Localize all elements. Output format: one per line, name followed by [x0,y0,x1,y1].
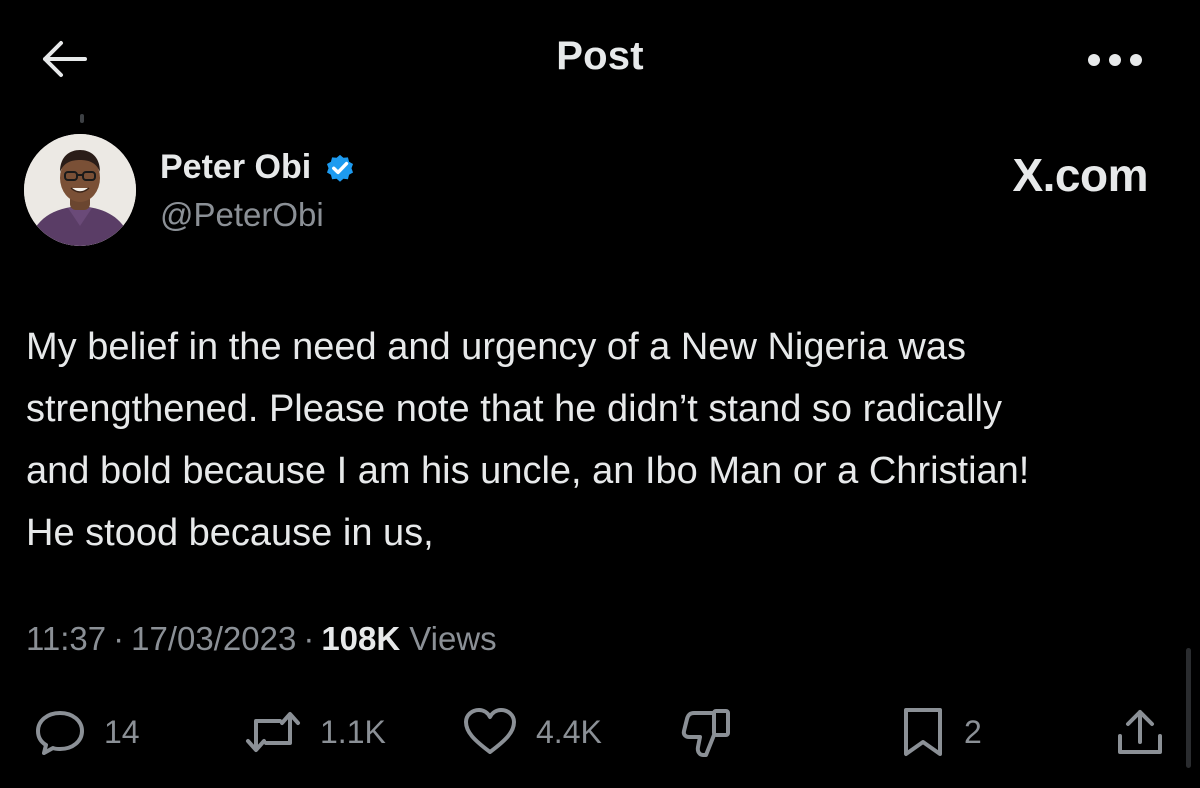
share-button[interactable] [1114,706,1166,758]
downvote-button[interactable] [680,706,734,758]
post-meta: 11:37 · 17/03/2023 · 108K Views [26,620,497,658]
more-horizontal-icon [1088,54,1142,66]
thumbs-down-icon [681,709,730,757]
author-handle[interactable]: @PeterObi [160,196,324,234]
views-count[interactable]: 108K [321,620,400,658]
page-title: Post [556,34,644,78]
post-detail-screen: Post Peter Obi @PeterObi X.com My belief… [0,0,1200,788]
reply-count: 14 [104,713,140,750]
avatar[interactable] [24,134,136,246]
arrow-left-icon [43,41,87,77]
back-button[interactable] [36,34,92,84]
more-options-button[interactable] [1082,40,1148,80]
scrollbar[interactable] [1186,648,1191,768]
share-icon [1118,710,1162,754]
bookmark-button[interactable]: 2 [900,706,982,758]
like-count: 4.4K [536,713,602,750]
author-name[interactable]: Peter Obi [160,148,311,187]
bookmark-icon [904,708,942,756]
post-text: My belief in the need and urgency of a N… [26,326,1030,554]
post-time[interactable]: 11:37 [26,620,106,658]
thread-connector [80,114,84,123]
bookmark-count: 2 [964,713,982,750]
meta-separator: · [113,620,125,657]
author-name-row: Peter Obi [160,148,357,187]
like-button[interactable]: 4.4K [462,706,602,758]
post-date[interactable]: 17/03/2023 [131,620,296,658]
brand-watermark: X.com [1012,149,1148,201]
verified-badge-icon [327,154,354,182]
repost-button[interactable]: 1.1K [244,706,386,758]
meta-separator: · [303,620,315,657]
views-label: Views [409,620,497,657]
repost-icon [246,712,300,752]
repost-count: 1.1K [320,713,386,750]
reply-icon [36,711,84,755]
profile-photo [24,134,136,246]
reply-button[interactable]: 14 [34,706,140,758]
heart-icon [464,708,516,754]
